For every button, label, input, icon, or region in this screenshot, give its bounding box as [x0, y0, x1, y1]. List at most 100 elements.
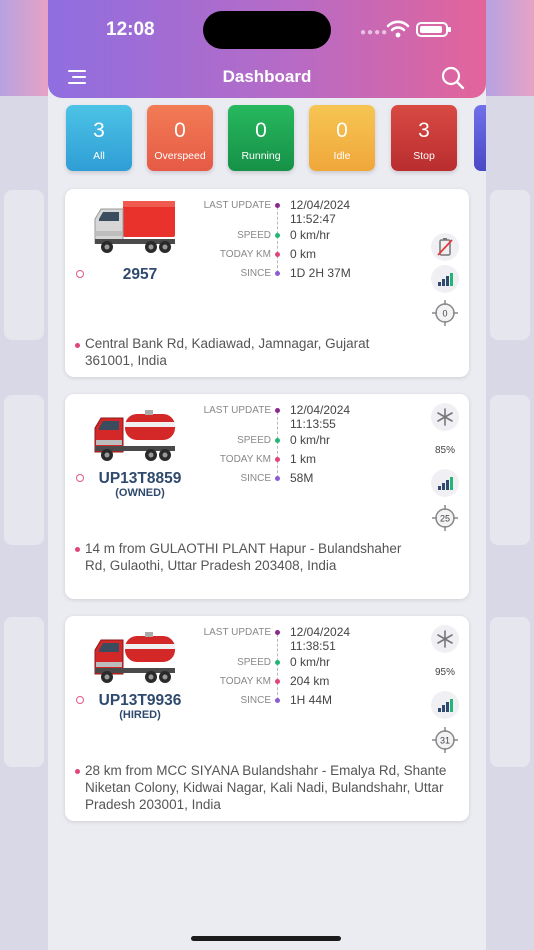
battery-icon — [416, 22, 451, 37]
filter-tile-more[interactable] — [474, 105, 486, 171]
dot-today-km — [275, 252, 280, 257]
label-last-update: LAST UPDATE — [203, 627, 271, 638]
since-duration: 58M — [290, 471, 314, 485]
tile-label: Overspeed — [154, 150, 206, 162]
status-filter-tiles: 3 All 0 Overspeed 0 Running 0 Idle 3 Sto… — [66, 105, 486, 173]
crosshair-icon[interactable]: 31 — [431, 726, 459, 754]
crosshair-icon[interactable]: 0 — [431, 299, 459, 327]
filter-tile-all[interactable]: 3 All — [66, 105, 132, 171]
last-update-time: 11:52:47 — [290, 212, 336, 226]
page-title: Dashboard — [222, 67, 312, 86]
app-screen: 12:08 ●●●● Dashboard 3 All 0 Overspeed 0… — [48, 0, 486, 950]
dot-last-update — [275, 408, 280, 413]
label-speed: SPEED — [237, 657, 271, 668]
signal-bars-icon — [431, 469, 459, 497]
label-since: SINCE — [240, 268, 271, 279]
snowflake-icon — [431, 403, 459, 431]
label-since: SINCE — [240, 695, 271, 706]
today-km: 0 km — [290, 247, 317, 261]
app-header: 12:08 ●●●● Dashboard — [48, 0, 486, 98]
last-update-date: 12/04/2024 — [290, 198, 351, 212]
tile-count: 0 — [174, 119, 186, 142]
status-time: 12:08 — [106, 19, 155, 40]
last-update-time: 11:13:55 — [290, 417, 336, 431]
timeline-line — [277, 207, 278, 273]
since-duration: 1D 2H 37M — [290, 266, 351, 280]
filter-tile-idle[interactable]: 0 Idle — [309, 105, 375, 171]
vehicle-address: Central Bank Rd, Kadiawad, Jamnagar, Guj… — [85, 336, 370, 368]
background-left-edge — [0, 0, 48, 950]
tanker-truck-icon — [94, 632, 175, 683]
cargo-truck-icon — [94, 201, 175, 253]
vehicle-speed: 0 km/hr — [290, 228, 331, 242]
filter-tile-running[interactable]: 0 Running — [228, 105, 294, 171]
dot-speed — [275, 660, 280, 665]
wifi-icon — [386, 20, 410, 38]
dot-speed — [275, 233, 280, 238]
dot-last-update — [275, 630, 280, 635]
crosshair-count: 25 — [440, 514, 450, 524]
tile-label: Idle — [333, 150, 351, 162]
tile-count: 0 — [255, 119, 267, 142]
vehicle-address: 28 km from MCC SIYANA Bulandshahr - Emal… — [85, 763, 447, 812]
vehicle-number: UP13T9936 — [98, 692, 182, 709]
vehicle-card[interactable]: 2957 LAST UPDATE 12/04/2024 11:52:47 SPE… — [65, 189, 469, 377]
dot-since — [275, 476, 280, 481]
dot-today-km — [275, 457, 280, 462]
crosshair-icon[interactable]: 25 — [431, 504, 459, 532]
dot-since — [275, 271, 280, 276]
crosshair-count: 0 — [442, 309, 447, 319]
address-dot — [75, 769, 80, 774]
last-update-date: 12/04/2024 — [290, 625, 351, 639]
address-dot — [75, 547, 80, 552]
label-today-km: TODAY KM — [219, 676, 271, 687]
vehicle-speed: 0 km/hr — [290, 655, 331, 669]
vehicle-card[interactable]: UP13T8859 (OWNED) LAST UPDATE 12/04/2024… — [65, 394, 469, 599]
tile-label: Running — [241, 150, 281, 162]
label-speed: SPEED — [237, 435, 271, 446]
vehicle-card[interactable]: UP13T9936 (HIRED) LAST UPDATE 12/04/2024… — [65, 616, 469, 821]
label-speed: SPEED — [237, 230, 271, 241]
tile-label: Stop — [413, 150, 435, 162]
label-last-update: LAST UPDATE — [203, 405, 271, 416]
background-right-edge — [486, 0, 534, 950]
vehicle-number: UP13T8859 — [98, 470, 182, 487]
vehicle-speed: 0 km/hr — [290, 433, 331, 447]
since-duration: 1H 44M — [290, 693, 333, 707]
snowflake-icon — [431, 625, 459, 653]
last-update-time: 11:38:51 — [290, 639, 336, 653]
today-km: 204 km — [290, 674, 330, 688]
vehicle-address: 14 m from GULAOTHI PLANT Hapur - Bulands… — [85, 541, 402, 573]
timeline-line — [277, 412, 278, 478]
cellular-signal-icon: ●●●● — [360, 27, 389, 38]
signal-bars-icon — [431, 265, 459, 293]
dot-last-update — [275, 203, 280, 208]
home-indicator[interactable] — [191, 936, 341, 941]
battery-off-icon — [431, 233, 459, 261]
tile-label: All — [93, 150, 105, 162]
signal-bars-icon — [431, 691, 459, 719]
vehicle-number: 2957 — [122, 266, 158, 283]
vehicle-ownership: (OWNED) — [115, 487, 165, 499]
search-icon[interactable] — [440, 65, 466, 91]
filter-tile-stop[interactable]: 3 Stop — [391, 105, 457, 171]
fuel-percent: 95% — [434, 667, 455, 678]
tanker-truck-icon — [94, 410, 175, 461]
dynamic-island — [203, 11, 331, 49]
today-km: 1 km — [290, 452, 317, 466]
dot-today-km — [275, 679, 280, 684]
dot-since — [275, 698, 280, 703]
label-today-km: TODAY KM — [219, 249, 271, 260]
vehicle-ownership: (HIRED) — [119, 709, 161, 721]
label-last-update: LAST UPDATE — [203, 200, 271, 211]
label-today-km: TODAY KM — [219, 454, 271, 465]
label-since: SINCE — [240, 473, 271, 484]
timeline-line — [277, 634, 278, 700]
crosshair-count: 31 — [440, 736, 450, 746]
dot-speed — [275, 438, 280, 443]
last-update-date: 12/04/2024 — [290, 403, 351, 417]
filter-tile-overspeed[interactable]: 0 Overspeed — [147, 105, 213, 171]
tile-count: 3 — [418, 119, 430, 142]
address-dot — [75, 343, 80, 348]
tile-count: 0 — [336, 119, 348, 142]
